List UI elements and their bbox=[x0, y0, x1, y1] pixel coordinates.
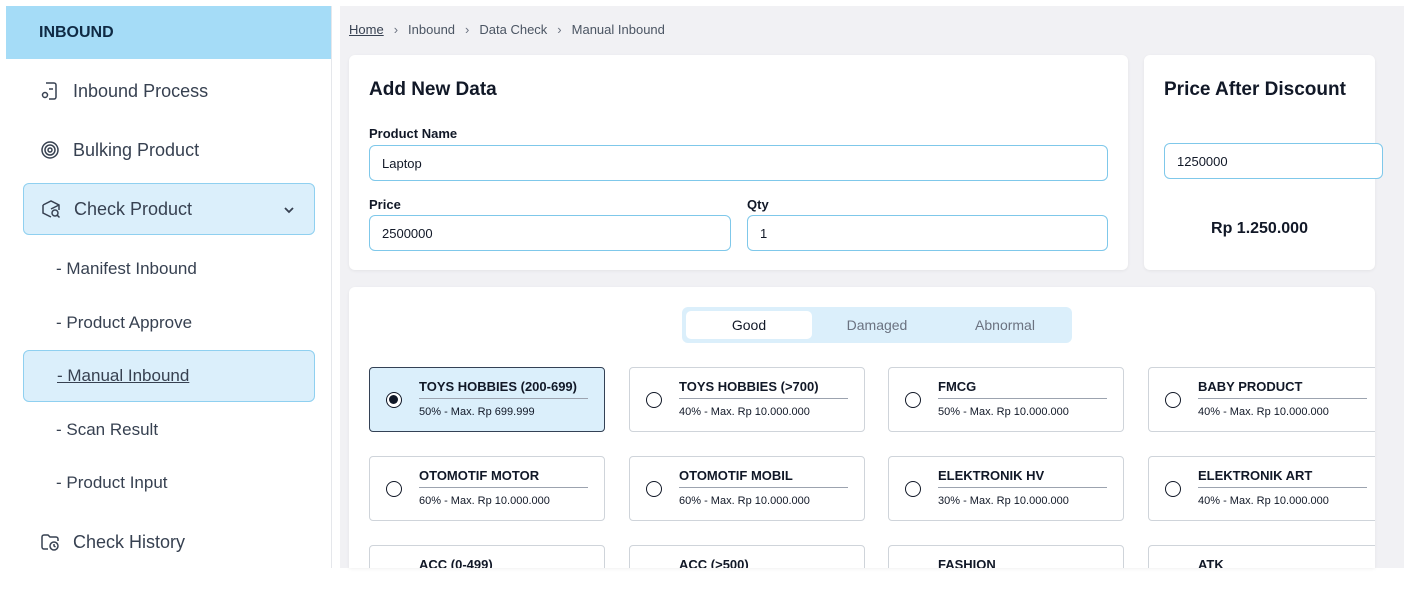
qty-label: Qty bbox=[747, 197, 769, 212]
category-name: TOYS HOBBIES (>700) bbox=[679, 379, 819, 394]
add-data-title: Add New Data bbox=[369, 79, 497, 100]
add-data-card: Add New Data Product Name Laptop Price 2… bbox=[349, 55, 1128, 270]
qty-input[interactable]: 1 bbox=[747, 215, 1108, 251]
sidebar-subitem-manual-inbound[interactable]: - Manual Inbound bbox=[23, 350, 315, 402]
sidebar-subitem-product-input[interactable]: - Product Input bbox=[23, 457, 315, 509]
category-name: BABY PRODUCT bbox=[1198, 379, 1303, 394]
category-option[interactable]: OTOMOTIF MOBIL 60% - Max. Rp 10.000.000 bbox=[629, 456, 865, 521]
breadcrumb-item: Data Check bbox=[479, 22, 548, 37]
price-label: Price bbox=[369, 197, 401, 212]
bulking-icon bbox=[39, 139, 61, 161]
price-after-discount-card: Price After Discount 1250000 Rp 1.250.00… bbox=[1144, 55, 1383, 270]
category-option[interactable]: ACC (0-499) bbox=[369, 545, 605, 568]
breadcrumb-separator: › bbox=[465, 22, 470, 37]
category-option[interactable]: ACC (>500) bbox=[629, 545, 865, 568]
category-option[interactable]: ELEKTRONIK HV 30% - Max. Rp 10.000.000 bbox=[888, 456, 1124, 521]
category-desc: 50% - Max. Rp 699.999 bbox=[419, 406, 535, 418]
category-desc: 30% - Max. Rp 10.000.000 bbox=[938, 495, 1069, 507]
category-option[interactable]: TOYS HOBBIES (200-699) 50% - Max. Rp 699… bbox=[369, 367, 605, 432]
breadcrumb-separator: › bbox=[557, 22, 562, 37]
radio-button[interactable] bbox=[1165, 392, 1181, 408]
category-name: FMCG bbox=[938, 379, 977, 394]
divider bbox=[1198, 487, 1367, 488]
product-name-label: Product Name bbox=[369, 126, 458, 141]
divider bbox=[679, 487, 848, 488]
category-card: Good Damaged Abnormal TOYS HOBBIES (200-… bbox=[349, 287, 1375, 568]
inbound-process-icon bbox=[39, 80, 61, 102]
category-name: ACC (>500) bbox=[679, 557, 749, 568]
radio-button[interactable] bbox=[905, 481, 921, 497]
breadcrumb-item: Inbound bbox=[408, 22, 456, 37]
radio-button[interactable] bbox=[905, 392, 921, 408]
radio-button[interactable] bbox=[646, 392, 662, 408]
sidebar-subitem-scan-result[interactable]: - Scan Result bbox=[23, 404, 315, 456]
condition-tabs: Good Damaged Abnormal bbox=[682, 307, 1072, 343]
category-name: TOYS HOBBIES (200-699) bbox=[419, 379, 577, 394]
divider bbox=[938, 398, 1107, 399]
main-content: Home › Inbound › Data Check › Manual Inb… bbox=[340, 6, 1404, 568]
chevron-down-icon bbox=[282, 201, 296, 222]
discount-price-display: Rp 1.250.000 bbox=[1211, 220, 1308, 237]
radio-button[interactable] bbox=[646, 481, 662, 497]
category-name: FASHION bbox=[938, 557, 996, 568]
breadcrumb-separator: › bbox=[393, 22, 399, 37]
category-option[interactable]: ATK bbox=[1148, 545, 1375, 568]
radio-button[interactable] bbox=[1165, 481, 1181, 497]
category-desc: 50% - Max. Rp 10.000.000 bbox=[938, 406, 1069, 418]
category-name: OTOMOTIF MOTOR bbox=[419, 468, 540, 483]
category-option[interactable]: BABY PRODUCT 40% - Max. Rp 10.000.000 bbox=[1148, 367, 1375, 432]
divider bbox=[419, 487, 588, 488]
sidebar-subitem-product-approve[interactable]: - Product Approve bbox=[23, 297, 315, 349]
radio-button[interactable] bbox=[386, 481, 402, 497]
divider bbox=[679, 398, 848, 399]
category-name: ATK bbox=[1198, 557, 1224, 568]
breadcrumb: Home › Inbound › Data Check › Manual Inb… bbox=[349, 22, 665, 37]
category-name: ACC (0-499) bbox=[419, 557, 493, 568]
sidebar-item-label: Check Product bbox=[74, 198, 193, 219]
category-name: OTOMOTIF MOBIL bbox=[679, 468, 793, 483]
check-product-icon bbox=[40, 198, 62, 220]
tab-abnormal[interactable]: Abnormal bbox=[942, 311, 1068, 339]
price-input[interactable]: 2500000 bbox=[369, 215, 731, 251]
divider bbox=[938, 487, 1107, 488]
breadcrumb-item: Manual Inbound bbox=[571, 22, 665, 37]
radio-button[interactable] bbox=[386, 392, 402, 408]
category-name: ELEKTRONIK HV bbox=[938, 468, 1045, 483]
category-option[interactable]: OTOMOTIF MOTOR 60% - Max. Rp 10.000.000 bbox=[369, 456, 605, 521]
breadcrumb-home-link[interactable]: Home bbox=[349, 22, 384, 37]
divider bbox=[1198, 398, 1367, 399]
sidebar-item-label: Bulking Product bbox=[73, 139, 200, 160]
sidebar-subitem-manifest-inbound[interactable]: - Manifest Inbound bbox=[23, 243, 315, 295]
category-desc: 60% - Max. Rp 10.000.000 bbox=[419, 495, 550, 507]
category-option[interactable]: ELEKTRONIK ART 40% - Max. Rp 10.000.000 bbox=[1148, 456, 1375, 521]
sidebar-item-bulking-product[interactable]: Bulking Product bbox=[23, 124, 315, 176]
tab-damaged[interactable]: Damaged bbox=[814, 311, 940, 339]
sidebar-item-check-product[interactable]: Check Product bbox=[23, 183, 315, 235]
sidebar-item-check-history[interactable]: Check History bbox=[23, 516, 315, 568]
discount-price-input[interactable]: 1250000 bbox=[1164, 143, 1383, 179]
category-option[interactable]: FMCG 50% - Max. Rp 10.000.000 bbox=[888, 367, 1124, 432]
category-desc: 60% - Max. Rp 10.000.000 bbox=[679, 495, 810, 507]
category-desc: 40% - Max. Rp 10.000.000 bbox=[679, 406, 810, 418]
category-desc: 40% - Max. Rp 10.000.000 bbox=[1198, 406, 1329, 418]
category-desc: 40% - Max. Rp 10.000.000 bbox=[1198, 495, 1329, 507]
check-history-icon bbox=[39, 531, 61, 553]
sidebar-item-inbound-process[interactable]: Inbound Process bbox=[23, 65, 315, 117]
sidebar-item-label: Check History bbox=[73, 531, 186, 552]
divider bbox=[419, 398, 588, 399]
product-name-input[interactable]: Laptop bbox=[369, 145, 1108, 181]
price-after-discount-title: Price After Discount bbox=[1164, 79, 1346, 100]
category-option[interactable]: TOYS HOBBIES (>700) 40% - Max. Rp 10.000… bbox=[629, 367, 865, 432]
sidebar: INBOUND Inbound Process Bulking Product … bbox=[6, 6, 332, 568]
sidebar-item-label: Inbound Process bbox=[73, 80, 209, 101]
category-name: ELEKTRONIK ART bbox=[1198, 468, 1313, 483]
category-option[interactable]: FASHION bbox=[888, 545, 1124, 568]
sidebar-header: INBOUND bbox=[6, 6, 331, 59]
tab-good[interactable]: Good bbox=[686, 311, 812, 339]
